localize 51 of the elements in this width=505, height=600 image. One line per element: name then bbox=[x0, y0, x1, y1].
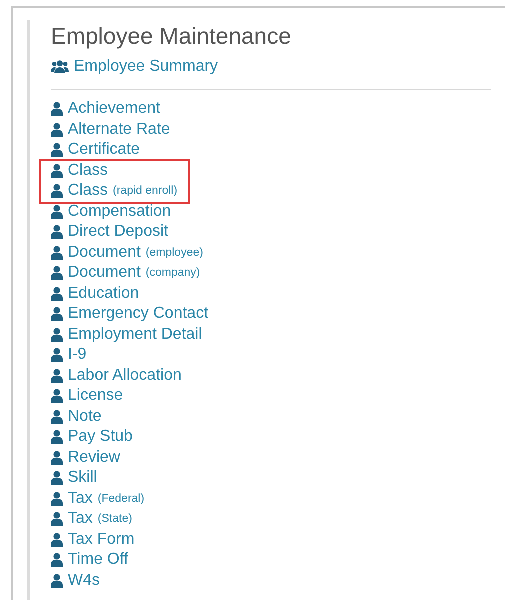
person-icon bbox=[51, 574, 63, 588]
person-icon bbox=[51, 532, 63, 547]
employee-summary-link[interactable]: Employee Summary bbox=[51, 57, 218, 77]
person-icon bbox=[51, 348, 63, 362]
person-icon bbox=[51, 450, 63, 465]
menu-link[interactable]: Class bbox=[51, 160, 108, 181]
users-icon bbox=[51, 60, 69, 74]
menu-link[interactable]: Document (company) bbox=[51, 263, 200, 284]
menu-link[interactable]: Tax (State) bbox=[51, 509, 132, 530]
person-icon bbox=[51, 328, 63, 342]
menu-link[interactable]: Document (employee) bbox=[51, 242, 204, 263]
menu-link[interactable]: Emergency Contact bbox=[51, 304, 209, 324]
menu-link[interactable]: Achievement bbox=[51, 99, 160, 120]
person-icon bbox=[51, 143, 63, 158]
person-icon bbox=[51, 471, 63, 486]
menu-link[interactable]: Class (rapid enroll) bbox=[51, 181, 178, 202]
person-icon bbox=[51, 102, 63, 116]
menu-link[interactable]: Time Off bbox=[51, 550, 128, 570]
menu-link[interactable]: W4s bbox=[51, 570, 100, 591]
menu-link[interactable]: Review bbox=[51, 448, 120, 468]
person-icon bbox=[51, 122, 63, 137]
menu-link[interactable]: Alternate Rate bbox=[51, 120, 170, 140]
menu-link[interactable]: License bbox=[51, 386, 124, 406]
person-icon bbox=[51, 553, 63, 568]
menu-link[interactable]: Note bbox=[51, 406, 102, 427]
page-title: Employee Maintenance bbox=[51, 22, 292, 50]
menu-link[interactable]: Education bbox=[51, 284, 140, 304]
person-icon bbox=[51, 225, 63, 240]
menu-link[interactable]: Certificate bbox=[51, 140, 140, 160]
person-icon bbox=[51, 389, 63, 404]
menu-link[interactable]: Pay Stub bbox=[51, 427, 133, 448]
person-icon bbox=[51, 368, 63, 383]
person-icon bbox=[51, 430, 63, 444]
person-icon bbox=[51, 492, 63, 506]
person-icon bbox=[51, 246, 63, 260]
person-icon bbox=[51, 410, 63, 424]
menu-link[interactable]: Direct Deposit bbox=[51, 222, 168, 242]
menu-link[interactable]: Skill bbox=[51, 468, 98, 488]
menu-link[interactable]: Employment Detail bbox=[51, 324, 202, 345]
person-icon bbox=[51, 307, 63, 322]
menu-link[interactable]: Tax Form bbox=[51, 530, 135, 550]
person-icon bbox=[51, 204, 63, 219]
person-icon bbox=[51, 266, 63, 280]
person-icon bbox=[51, 164, 63, 178]
person-icon bbox=[51, 184, 63, 198]
person-icon bbox=[51, 512, 63, 526]
menu-link[interactable]: I-9 bbox=[51, 345, 87, 366]
menu-link[interactable]: Labor Allocation bbox=[51, 366, 182, 386]
menu-link[interactable]: Compensation bbox=[51, 202, 172, 222]
person-icon bbox=[51, 286, 63, 301]
menu-link[interactable]: Tax (Federal) bbox=[51, 488, 145, 509]
